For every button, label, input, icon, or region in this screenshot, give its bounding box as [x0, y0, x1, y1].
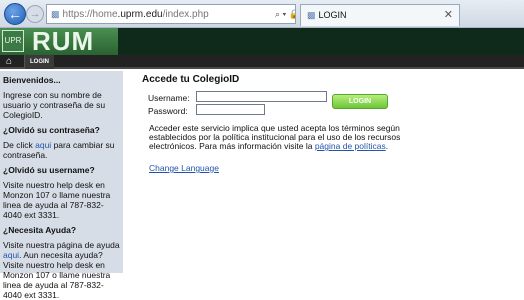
- forgot-password-link[interactable]: aqui: [35, 140, 51, 150]
- forward-button[interactable]: →: [26, 5, 44, 23]
- back-button[interactable]: ←: [4, 3, 26, 25]
- username-label: Username:: [148, 93, 190, 103]
- browser-toolbar: ← → ▩ https://home.uprm.edu/index.php ⌕ ▾…: [0, 0, 524, 28]
- help-heading: ¿Necesita Ayuda?: [3, 225, 77, 235]
- arrow-left-icon: ←: [8, 6, 22, 22]
- home-icon[interactable]: ⌂: [6, 56, 18, 67]
- menu-bar: ⌂ LOGIN: [0, 55, 524, 69]
- site-name: RUM: [32, 26, 95, 56]
- welcome-text: Ingrese con su nombre de usuario y contr…: [3, 90, 106, 120]
- address-bar[interactable]: ▩https://home.uprm.edu/index.php ⌕ ▾ 🔒 C: [46, 4, 296, 24]
- site-banner: UPR RUM: [0, 26, 524, 56]
- address-controls[interactable]: ⌕ ▾ 🔒 C: [275, 5, 295, 23]
- password-input[interactable]: [196, 104, 265, 115]
- close-tab-icon[interactable]: ✕: [444, 5, 453, 25]
- url-path: /index.php: [162, 9, 209, 20]
- sidebar: Bienvenidos... Ingrese con su nombre de …: [0, 71, 123, 300]
- login-panel: Accede tu ColegioID Username: Password:: [142, 74, 442, 117]
- welcome-heading: Bienvenidos...: [3, 75, 61, 85]
- menu-item-login[interactable]: LOGIN: [24, 55, 54, 69]
- help-link[interactable]: aqui: [3, 250, 19, 260]
- password-label: Password:: [148, 106, 188, 116]
- page-title: Accede tu ColegioID: [142, 74, 240, 85]
- change-language-link[interactable]: Change Language: [149, 163, 219, 173]
- terms-notice: Acceder este servicio implica que usted …: [149, 124, 414, 151]
- page-icon: ▩: [51, 9, 60, 19]
- forgot-password-heading: ¿Olvidó su contraseña?: [3, 125, 100, 135]
- url-domain: .uprm.edu: [117, 9, 163, 20]
- username-input[interactable]: [196, 91, 327, 102]
- arrow-right-icon: →: [29, 8, 41, 20]
- login-button[interactable]: LOGIN: [332, 94, 388, 109]
- forgot-password-pre: De click: [3, 140, 36, 150]
- help-text: Visite nuestra página de ayuda aqui. Aun…: [3, 240, 120, 300]
- forgot-password-text: De click aqui para cambiar su contraseña…: [3, 140, 120, 160]
- help-post: . Aun necesita ayuda? Visite nuestro hel…: [3, 250, 111, 300]
- forgot-username-heading: ¿Olvidó su username?: [3, 165, 95, 175]
- seal-icon: UPR: [2, 30, 24, 52]
- site-logo[interactable]: UPR RUM: [0, 26, 118, 56]
- page-icon: ▩: [307, 10, 316, 20]
- url-prefix: https://home: [62, 9, 118, 20]
- terms-end: .: [385, 141, 389, 151]
- tab-login[interactable]: ▩ LOGIN ✕: [300, 4, 460, 26]
- password-row: Password:: [148, 104, 442, 117]
- tab-title: LOGIN: [318, 10, 347, 20]
- username-row: Username:: [148, 91, 442, 104]
- forgot-username-text: Visite nuestro help desk en Monzon 107 o…: [3, 180, 111, 220]
- policies-link[interactable]: página de políticas: [315, 141, 386, 151]
- help-pre: Visite nuestra página de ayuda: [3, 240, 120, 250]
